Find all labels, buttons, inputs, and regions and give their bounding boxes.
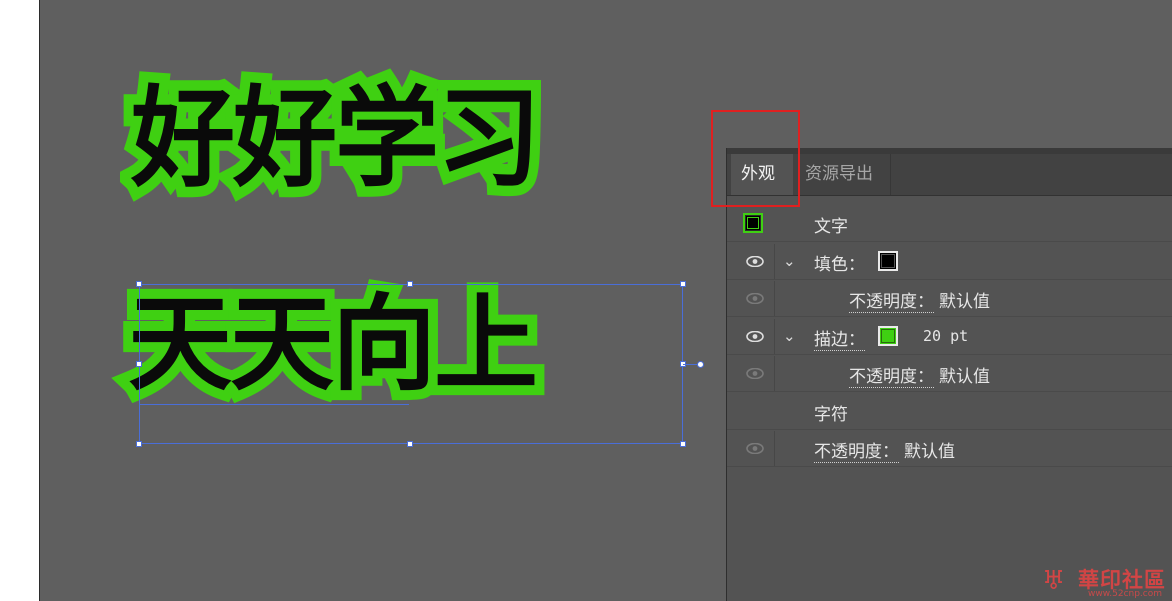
eye-icon[interactable] (746, 293, 764, 304)
chevron-down-icon[interactable]: ⌄ (783, 252, 796, 270)
fill-opacity-link[interactable]: 不透明度： (849, 287, 934, 313)
appearance-row-characters[interactable]: 字符 (727, 394, 1172, 430)
selection-baseline (139, 404, 409, 405)
visibility-column (727, 244, 775, 279)
watermark: ♅ 華印社區 www.52cnp.com (1040, 562, 1172, 601)
visibility-column (727, 356, 775, 391)
fill-opacity-value: 默认值 (939, 292, 990, 312)
stroke-color-swatch[interactable] (878, 326, 898, 346)
visibility-column (727, 431, 775, 466)
appearance-row-fill-opacity[interactable]: 不透明度： 默认值 (727, 281, 1172, 317)
stroke-width-value[interactable]: 20 pt (923, 327, 968, 345)
eye-icon[interactable] (746, 331, 764, 342)
opacity-value: 默认值 (904, 442, 955, 462)
resize-handle-bottom-left[interactable] (136, 441, 142, 447)
stroke-opacity-value: 默认值 (939, 367, 990, 387)
fill-label: 填色： (814, 255, 865, 275)
eye-icon[interactable] (746, 256, 764, 267)
object-type-label: 文字 (814, 217, 848, 237)
selection-bounding-box[interactable] (139, 284, 683, 444)
rotation-handle[interactable] (697, 361, 704, 368)
watermark-logo-icon: ♅ (1042, 566, 1066, 596)
tab-asset-export[interactable]: 资源导出 (795, 154, 891, 195)
resize-handle-middle-left[interactable] (136, 361, 142, 367)
appearance-row-stroke-opacity[interactable]: 不透明度： 默认值 (727, 356, 1172, 392)
resize-handle-top-right[interactable] (680, 281, 686, 287)
appearance-row-fill[interactable]: ⌄ 填色： (727, 244, 1172, 280)
stroke-opacity-link[interactable]: 不透明度： (849, 362, 934, 388)
visibility-column (727, 319, 775, 354)
visibility-column (727, 281, 775, 316)
resize-handle-bottom-right[interactable] (680, 441, 686, 447)
appearance-row-text[interactable]: 文字 (727, 206, 1172, 242)
art-text-line1[interactable]: 好好学习 (121, 73, 551, 203)
annotation-highlight-box (711, 110, 800, 207)
appearance-row-opacity[interactable]: 不透明度： 默认值 (727, 431, 1172, 467)
resize-handle-top-center[interactable] (407, 281, 413, 287)
eye-icon[interactable] (746, 443, 764, 454)
fill-color-swatch[interactable] (878, 251, 898, 271)
appearance-panel: 外观 资源导出 文字 ⌄ 填色： 不透明度： 默认值 ⌄ 描边： 20 pt 不… (726, 148, 1172, 601)
stroke-label[interactable]: 描边： (814, 325, 865, 351)
opacity-link[interactable]: 不透明度： (814, 437, 899, 463)
appearance-row-stroke[interactable]: ⌄ 描边： 20 pt (727, 319, 1172, 355)
characters-label: 字符 (814, 405, 848, 425)
watermark-url: www.52cnp.com (1088, 589, 1163, 599)
left-margin (0, 0, 39, 601)
eye-icon[interactable] (746, 368, 764, 379)
resize-handle-bottom-center[interactable] (407, 441, 413, 447)
object-thumbnail (743, 213, 763, 233)
resize-handle-top-left[interactable] (136, 281, 142, 287)
chevron-down-icon[interactable]: ⌄ (783, 327, 796, 345)
